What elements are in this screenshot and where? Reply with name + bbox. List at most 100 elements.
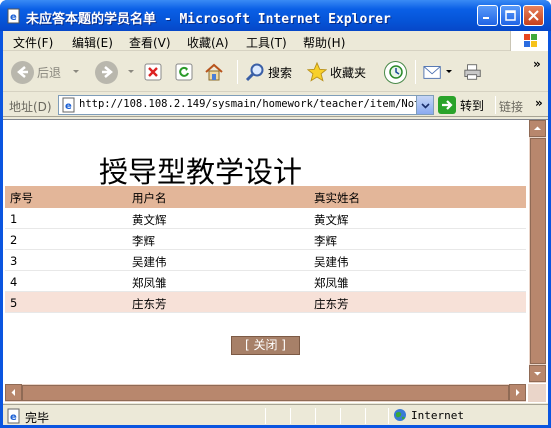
links-overflow-button[interactable]: » — [535, 96, 543, 110]
scroll-left-button[interactable] — [5, 384, 22, 401]
forward-button[interactable] — [95, 59, 136, 85]
forward-arrow-icon — [95, 60, 118, 84]
ie-document-icon: e — [6, 8, 22, 24]
table-row[interactable]: 1 黄文辉 黄文辉 — [5, 208, 526, 229]
maximize-button[interactable] — [500, 5, 521, 26]
go-arrow-icon — [438, 96, 456, 114]
search-icon — [245, 62, 265, 82]
links-button[interactable]: 链接 — [499, 98, 523, 115]
cell-no: 3 — [10, 254, 18, 268]
toolbar-separator — [415, 60, 416, 84]
status-divider — [265, 408, 266, 424]
horizontal-scrollbar[interactable] — [5, 384, 526, 402]
forward-dropdown-icon — [128, 70, 134, 73]
close-list-button[interactable]: [ 关闭 ] — [231, 336, 300, 355]
address-label: 地址(D) — [9, 100, 52, 114]
vertical-scroll-thumb[interactable] — [530, 138, 546, 364]
arrow-down-icon — [534, 372, 541, 376]
svg-text:e: e — [10, 12, 17, 23]
mail-icon — [423, 62, 443, 82]
back-arrow-icon — [11, 60, 34, 84]
stop-button[interactable] — [143, 59, 163, 85]
arrow-right-icon — [516, 389, 520, 396]
refresh-icon — [174, 62, 194, 82]
home-icon — [204, 62, 224, 82]
table-row[interactable]: 3 吴建伟 吴建伟 — [5, 250, 526, 271]
mail-button[interactable] — [423, 59, 453, 85]
cell-realname: 黄文辉 — [314, 213, 349, 227]
title-bar[interactable]: e 未应答本题的学员名单 - Microsoft Internet Explor… — [0, 0, 551, 31]
cell-no: 1 — [10, 212, 18, 226]
arrow-up-icon — [534, 126, 541, 130]
cell-username: 黄文辉 — [132, 213, 167, 227]
history-button[interactable] — [384, 59, 407, 85]
browser-window: e 未应答本题的学员名单 - Microsoft Internet Explor… — [0, 0, 551, 428]
vertical-scrollbar[interactable] — [528, 120, 546, 383]
refresh-button[interactable] — [174, 59, 194, 85]
address-dropdown-button[interactable] — [416, 96, 433, 114]
scrollbar-corner — [528, 384, 546, 402]
page-done-icon: e — [7, 408, 20, 424]
status-text: 完毕 — [25, 411, 50, 425]
maximize-icon — [505, 10, 516, 21]
favorites-label: 收藏夹 — [330, 65, 367, 80]
menu-view[interactable]: 查看(V) — [129, 34, 171, 51]
print-button[interactable] — [463, 59, 483, 85]
search-button[interactable]: 搜索 — [245, 59, 292, 85]
close-icon — [528, 10, 539, 21]
minimize-icon — [483, 17, 489, 19]
security-zone[interactable]: Internet — [393, 408, 464, 422]
status-divider — [388, 408, 389, 424]
scroll-right-button[interactable] — [509, 384, 526, 401]
col-header-username: 用户名 — [132, 191, 167, 205]
table-header: 序号 用户名 真实姓名 — [5, 186, 526, 208]
cell-no: 4 — [10, 275, 18, 289]
cell-username: 庄东芳 — [132, 297, 167, 311]
window-title: 未应答本题的学员名单 - Microsoft Internet Explorer — [26, 12, 391, 27]
status-bar: e 完毕 Internet — [3, 404, 548, 425]
address-url: http://108.108.2.149/sysmain/homework/te… — [79, 98, 417, 110]
scroll-down-button[interactable] — [529, 365, 546, 382]
menu-edit[interactable]: 编辑(E) — [72, 34, 113, 51]
toolbar-overflow-button[interactable]: » — [533, 57, 541, 71]
cell-username: 郑凤雏 — [132, 276, 167, 290]
menu-file[interactable]: 文件(F) — [13, 34, 53, 51]
printer-icon — [463, 62, 483, 82]
favorites-button[interactable]: 收藏夹 — [307, 59, 366, 85]
back-dropdown-icon — [73, 70, 80, 73]
back-button[interactable]: 后退 — [11, 59, 81, 85]
search-label: 搜索 — [268, 65, 293, 80]
table-row[interactable]: 4 郑凤雏 郑凤雏 — [5, 271, 526, 292]
home-button[interactable] — [204, 59, 224, 85]
zone-text: Internet — [411, 408, 464, 422]
table-row[interactable]: 2 李辉 李辉 — [5, 229, 526, 250]
toolbar-separator — [237, 60, 238, 84]
svg-text:e: e — [65, 101, 72, 112]
minimize-button[interactable] — [477, 5, 498, 26]
horizontal-scroll-thumb[interactable] — [22, 385, 509, 401]
status-divider — [365, 408, 366, 424]
page-icon: e — [62, 97, 75, 113]
stop-icon — [143, 62, 163, 82]
svg-text:e: e — [10, 412, 17, 423]
status-divider — [290, 408, 291, 424]
cell-no: 2 — [10, 233, 18, 247]
menu-tools[interactable]: 工具(T) — [246, 34, 287, 51]
menu-help[interactable]: 帮助(H) — [303, 34, 345, 51]
address-input[interactable]: e http://108.108.2.149/sysmain/homework/… — [58, 95, 434, 115]
close-window-button[interactable] — [523, 5, 544, 26]
status-divider — [315, 408, 316, 424]
go-button[interactable]: 转到 — [438, 96, 484, 114]
address-bar: 地址(D) e http://108.108.2.149/sysmain/hom… — [3, 93, 548, 117]
table-row-highlighted[interactable]: 5 庄东芳 庄东芳 — [5, 292, 526, 313]
menu-favorites[interactable]: 收藏(A) — [187, 34, 229, 51]
cell-realname: 郑凤雏 — [314, 276, 349, 290]
cell-username: 吴建伟 — [132, 255, 167, 269]
menu-bar: 文件(F) 编辑(E) 查看(V) 收藏(A) 工具(T) 帮助(H) — [3, 31, 548, 51]
back-label: 后退 — [37, 65, 62, 80]
page-viewport: 单 授导型教学设计 序号 用户名 真实姓名 1 黄文辉 黄文辉 2 — [3, 119, 548, 403]
scroll-up-button[interactable] — [529, 120, 546, 137]
mail-dropdown-icon — [446, 70, 452, 73]
cell-realname: 吴建伟 — [314, 255, 349, 269]
history-icon — [384, 60, 407, 84]
